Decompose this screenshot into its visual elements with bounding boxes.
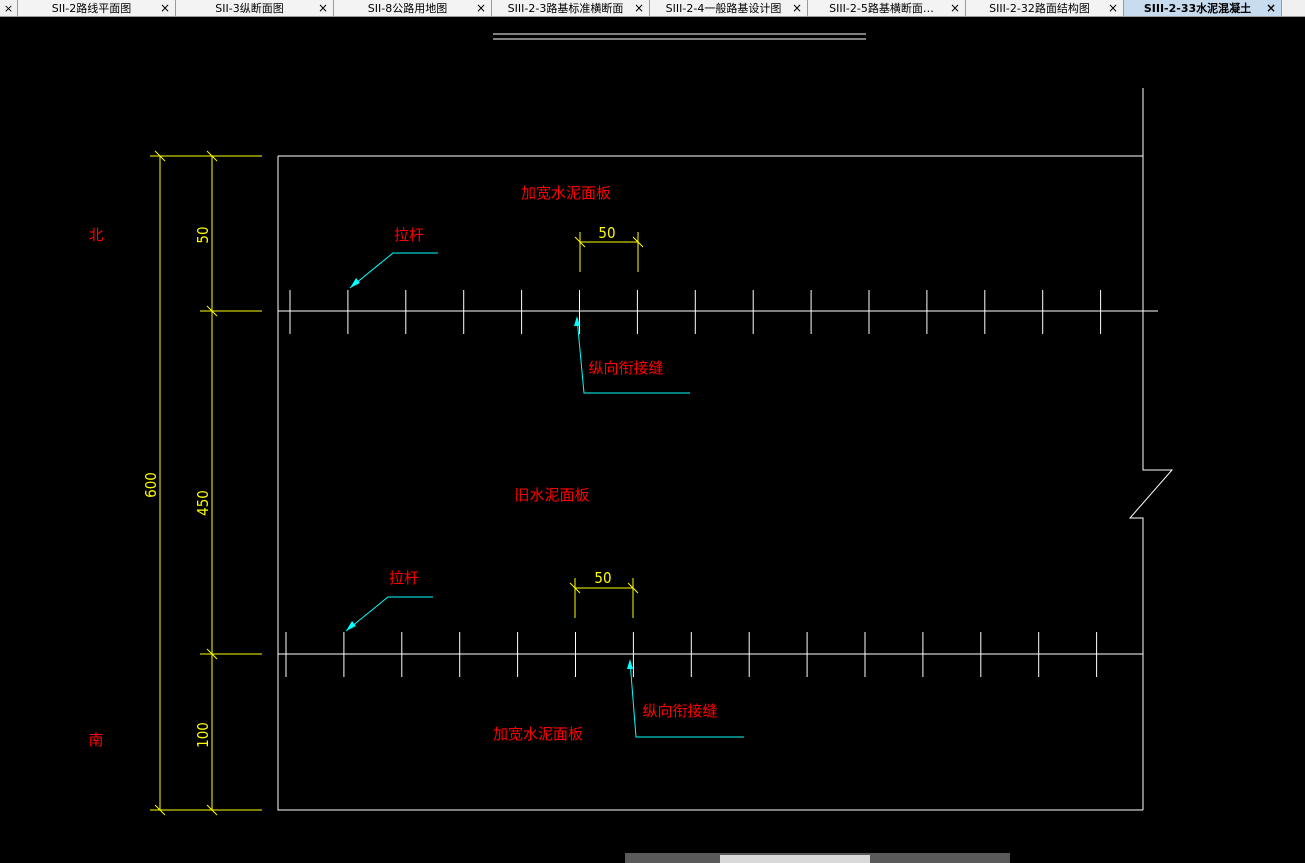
tab-label: SIII-2-32路面结构图: [989, 2, 1090, 15]
tab-label: SIII-2-4一般路基设计图: [665, 2, 782, 15]
spacing-text-south: 50: [594, 569, 611, 587]
tab-scroll-close-icon[interactable]: ×: [0, 0, 18, 16]
spacing-text-north: 50: [598, 224, 615, 242]
leader-arrowheads: [346, 278, 633, 669]
dim-mid-text: 450: [194, 490, 212, 516]
close-icon[interactable]: ×: [159, 1, 171, 15]
tab-siii-2-33[interactable]: SIII-2-33水泥混凝土 ×: [1124, 0, 1282, 16]
tab-label: SII-2路线平面图: [51, 2, 132, 15]
close-icon[interactable]: ×: [1107, 1, 1119, 15]
top-slab-label: 加宽水泥面板: [521, 184, 611, 202]
north-label: 北: [88, 226, 103, 244]
tab-siii-2-32[interactable]: SIII-2-32路面结构图 ×: [966, 0, 1124, 16]
command-status-bar: [625, 853, 1010, 863]
dimension-lines: [150, 150, 644, 816]
break-line: [1128, 88, 1174, 810]
dim-bottom-text: 100: [194, 722, 212, 748]
tie-bar-label-south: 拉杆: [389, 569, 419, 587]
tab-siii-2-4[interactable]: SIII-2-4一般路基设计图 ×: [650, 0, 808, 16]
tab-label: SIII-2-5路基横断面…: [829, 2, 934, 15]
tab-label: SII-8公路用地图: [367, 2, 448, 15]
document-tab-bar: × SII-2路线平面图 × SII-3纵断面图 × SII-8公路用地图 × SII…: [0, 0, 1305, 17]
tie-bars-north: [289, 290, 1102, 334]
bottom-slab-label: 加宽水泥面板: [493, 725, 583, 743]
tab-siii-2-3[interactable]: SIII-2-3路基标准横断面 ×: [492, 0, 650, 16]
tab-label: SII-3纵断面图: [215, 2, 284, 15]
tab-sii-3[interactable]: SII-3纵断面图 ×: [176, 0, 334, 16]
close-icon[interactable]: ×: [949, 1, 961, 15]
tab-sii-2[interactable]: SII-2路线平面图 ×: [18, 0, 176, 16]
tab-label: SIII-2-33水泥混凝土: [1143, 2, 1252, 15]
tab-sii-8[interactable]: SII-8公路用地图 ×: [334, 0, 492, 16]
south-label: 南: [88, 731, 103, 749]
dim-top-text: 50: [194, 226, 212, 243]
close-icon[interactable]: ×: [1265, 1, 1277, 15]
drawing-canvas[interactable]: 北 南 加宽水泥面板 旧水泥面板 加宽水泥面板 拉杆 拉杆 纵向衔接缝 纵向衔接…: [0, 17, 1305, 853]
joint-label-north: 纵向衔接缝: [588, 359, 663, 377]
close-icon[interactable]: ×: [791, 1, 803, 15]
tie-bar-label-north: 拉杆: [394, 226, 424, 244]
tab-siii-2-5[interactable]: SIII-2-5路基横断面… ×: [808, 0, 966, 16]
joint-label-south: 纵向衔接缝: [642, 702, 717, 720]
dim-total-text: 600: [142, 472, 160, 498]
command-input[interactable]: [720, 855, 870, 863]
old-slab-label: 旧水泥面板: [514, 486, 589, 504]
close-icon[interactable]: ×: [633, 1, 645, 15]
close-icon[interactable]: ×: [317, 1, 329, 15]
tab-label: SIII-2-3路基标准横断面: [507, 2, 624, 15]
close-icon[interactable]: ×: [475, 1, 487, 15]
